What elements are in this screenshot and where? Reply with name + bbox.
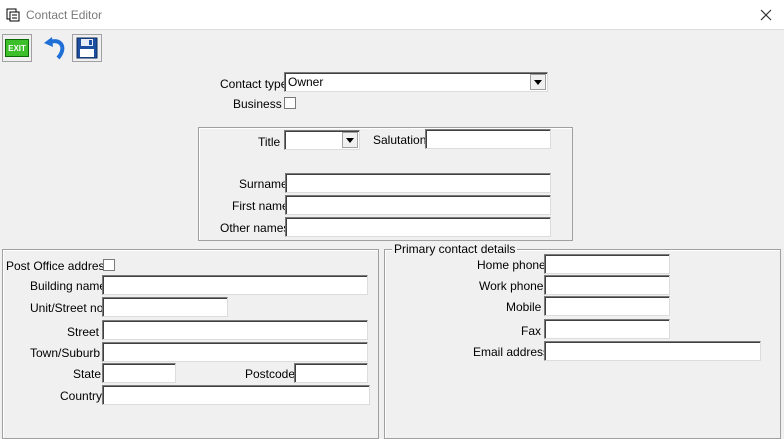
title-bar: Contact Editor <box>0 0 784 30</box>
postcode-label: Postcode <box>245 367 296 381</box>
contact-type-select[interactable]: Owner <box>284 72 548 92</box>
mobile-input[interactable] <box>544 296 670 316</box>
window-title: Contact Editor <box>26 8 103 22</box>
chevron-down-icon[interactable] <box>342 132 358 148</box>
home-phone-label: Home phone <box>477 258 546 272</box>
po-address-label: Post Office address <box>6 259 111 273</box>
close-icon[interactable] <box>756 5 776 25</box>
surname-label: Surname <box>239 177 288 191</box>
town-suburb-input[interactable] <box>102 342 368 362</box>
contact-type-value: Owner <box>288 75 324 89</box>
email-address-label: Email address <box>473 345 550 359</box>
first-name-label: First name <box>232 199 289 213</box>
window-app-icon <box>6 8 20 22</box>
title-select[interactable] <box>284 130 360 150</box>
fax-input[interactable] <box>544 319 670 339</box>
other-names-input[interactable] <box>285 217 551 237</box>
exit-label: EXIT <box>8 43 26 53</box>
building-name-input[interactable] <box>102 275 368 295</box>
state-input[interactable] <box>102 363 176 383</box>
save-button[interactable] <box>72 34 102 62</box>
chevron-down-icon[interactable] <box>530 74 546 90</box>
postcode-input[interactable] <box>294 363 368 383</box>
primary-contact-legend: Primary contact details <box>392 242 518 256</box>
town-suburb-label: Town/Suburb <box>30 346 101 360</box>
state-label: State <box>73 367 102 381</box>
fax-label: Fax <box>521 324 542 338</box>
surname-input[interactable] <box>285 173 551 193</box>
business-label: Business <box>233 97 282 111</box>
business-checkbox[interactable] <box>284 97 296 109</box>
unit-street-input[interactable] <box>102 297 228 317</box>
save-icon <box>76 37 98 59</box>
undo-button[interactable] <box>40 34 70 62</box>
work-phone-label: Work phone <box>479 279 544 293</box>
first-name-input[interactable] <box>285 195 551 215</box>
undo-icon <box>44 37 65 60</box>
exit-icon: EXIT <box>5 39 29 57</box>
unit-street-label: Unit/Street no. <box>30 301 107 315</box>
country-input[interactable] <box>102 385 370 405</box>
other-names-label: Other names <box>220 221 290 235</box>
email-address-input[interactable] <box>544 341 761 361</box>
home-phone-input[interactable] <box>544 254 670 274</box>
salutation-input[interactable] <box>425 129 551 149</box>
contact-type-label: Contact type <box>220 77 288 91</box>
street-label: Street <box>67 325 100 339</box>
building-name-label: Building name <box>30 279 107 293</box>
work-phone-input[interactable] <box>544 275 670 295</box>
title-label: Title <box>258 135 281 149</box>
country-label: Country <box>60 389 103 403</box>
salutation-label: Salutation <box>373 133 427 147</box>
mobile-label: Mobile <box>506 300 542 314</box>
po-address-checkbox[interactable] <box>103 259 115 271</box>
street-input[interactable] <box>102 320 368 340</box>
exit-button[interactable]: EXIT <box>2 34 32 62</box>
